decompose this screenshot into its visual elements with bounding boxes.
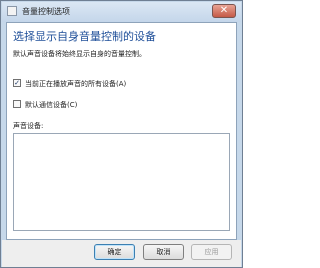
ok-button[interactable]: 确定 [94,244,135,260]
checkbox-unchecked-icon[interactable] [13,100,21,108]
checkbox-checked-icon[interactable]: ✓ [13,79,21,87]
sound-devices-list[interactable] [13,133,230,231]
window-title: 音量控制选项 [22,7,70,16]
button-bar: 确定 取消 应用 [2,240,241,267]
app-window-icon [7,6,17,16]
dialog-window: 音量控制选项 ✕ 选择显示自身音量控制的设备 默认声音设备将始终显示自身的音量控… [0,0,243,268]
title-bar[interactable]: 音量控制选项 ✕ [2,2,241,22]
checkbox-label: 默认通信设备(C) [25,101,78,109]
checkbox-label: 当前正在播放声音的所有设备(A) [25,80,127,88]
apply-button[interactable]: 应用 [191,244,232,260]
description-text: 默认声音设备将始终显示自身的音量控制。 [13,50,146,58]
page-heading: 选择显示自身音量控制的设备 [13,30,156,43]
cancel-button[interactable]: 取消 [143,244,184,260]
content-panel: 选择显示自身音量控制的设备 默认声音设备将始终显示自身的音量控制。 ✓ 当前正在… [6,22,237,240]
sound-devices-label: 声音设备: [13,122,44,130]
close-icon[interactable]: ✕ [212,4,236,18]
